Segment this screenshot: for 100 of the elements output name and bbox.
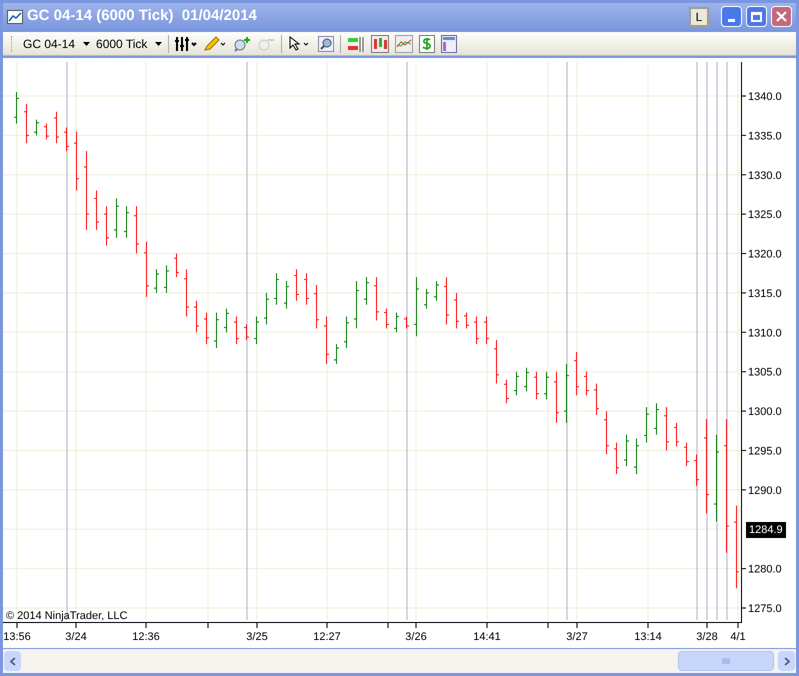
magnifier-icon[interactable] bbox=[318, 36, 334, 52]
y-axis-label: 1280.0 bbox=[748, 564, 782, 576]
price-bar bbox=[124, 206, 130, 238]
last-price-label: 1284.9 bbox=[746, 522, 786, 538]
price-bar bbox=[674, 422, 680, 448]
price-bar bbox=[574, 352, 580, 396]
price-bar bbox=[24, 103, 30, 144]
x-axis-label: 12:36 bbox=[132, 631, 160, 643]
sliders-icon[interactable] bbox=[175, 36, 198, 52]
price-bar bbox=[354, 280, 360, 329]
price-bar bbox=[564, 363, 570, 424]
candlestick-icon[interactable] bbox=[371, 34, 390, 52]
price-bar bbox=[184, 268, 190, 318]
price-bar bbox=[94, 190, 100, 230]
price-bar bbox=[334, 344, 340, 364]
y-axis-label: 1300.0 bbox=[748, 406, 782, 418]
price-bar bbox=[534, 371, 540, 400]
price-bar bbox=[224, 308, 230, 333]
scroll-right-button[interactable] bbox=[778, 651, 795, 671]
close-icon bbox=[776, 11, 787, 22]
price-bar bbox=[264, 292, 270, 325]
instrument-dropdown[interactable]: GC 04-14 bbox=[23, 34, 90, 52]
y-axis-label: 1315.0 bbox=[748, 288, 782, 300]
scroll-left-button[interactable] bbox=[4, 651, 21, 671]
price-bar bbox=[294, 268, 300, 302]
dollar-icon[interactable] bbox=[419, 34, 436, 52]
window-title: GC 04-14 (6000 Tick) 01/04/2014 bbox=[27, 6, 258, 26]
price-bar bbox=[644, 406, 650, 444]
price-bar bbox=[114, 198, 120, 238]
price-bar bbox=[154, 268, 160, 294]
price-bar bbox=[244, 324, 250, 341]
layout-button[interactable]: L bbox=[689, 6, 709, 26]
close-button[interactable] bbox=[771, 6, 792, 27]
line-chart-icon[interactable] bbox=[395, 34, 414, 52]
price-bar bbox=[484, 316, 490, 345]
price-bar bbox=[434, 280, 440, 302]
y-axis-label: 1305.0 bbox=[748, 366, 782, 379]
period-dropdown[interactable]: 6000 Tick bbox=[96, 34, 162, 52]
price-bar bbox=[464, 312, 470, 329]
pencil-icon[interactable] bbox=[203, 36, 228, 52]
bar-chart-icon[interactable] bbox=[347, 34, 366, 52]
price-bar bbox=[504, 379, 510, 404]
y-axis-label: 1295.0 bbox=[748, 445, 782, 458]
price-bar bbox=[314, 284, 320, 329]
price-bar bbox=[414, 276, 420, 337]
price-bar bbox=[424, 288, 430, 310]
y-axis-label: 1310.0 bbox=[748, 327, 782, 340]
price-bar bbox=[444, 276, 450, 325]
price-bar bbox=[194, 300, 200, 333]
y-axis-label: 1290.0 bbox=[748, 484, 782, 497]
chevron-left-icon bbox=[10, 656, 16, 666]
price-bar bbox=[634, 438, 640, 475]
price-bar bbox=[454, 292, 460, 329]
price-bar bbox=[164, 264, 170, 294]
x-axis-label: 3/28 bbox=[696, 631, 718, 643]
price-bar bbox=[254, 316, 260, 345]
price-bar bbox=[44, 123, 50, 140]
price-bar bbox=[474, 316, 480, 345]
price-bar bbox=[494, 340, 500, 384]
price-bar bbox=[694, 454, 700, 486]
price-bar bbox=[654, 402, 660, 436]
price-bar bbox=[684, 442, 690, 467]
y-axis-label: 1330.0 bbox=[748, 170, 782, 182]
price-bar bbox=[554, 371, 560, 424]
x-axis-label: 12:27 bbox=[313, 631, 341, 643]
price-bar bbox=[524, 367, 530, 392]
price-bar bbox=[364, 276, 370, 306]
x-axis-label: 13:14 bbox=[634, 631, 662, 643]
y-axis-label: 1320.0 bbox=[748, 248, 782, 261]
price-bar bbox=[304, 272, 310, 306]
caret-icon bbox=[83, 42, 90, 46]
price-bar bbox=[74, 130, 80, 192]
panel-icon[interactable] bbox=[441, 34, 458, 52]
price-bar bbox=[274, 272, 280, 306]
price-bar bbox=[34, 119, 40, 136]
maximize-button[interactable] bbox=[746, 6, 767, 27]
copyright-text: © 2014 NinjaTrader, LLC bbox=[6, 610, 128, 622]
chevron-right-icon bbox=[784, 656, 790, 666]
price-bar bbox=[234, 316, 240, 345]
price-bar bbox=[604, 410, 610, 455]
price-bar bbox=[544, 371, 550, 400]
scroll-thumb[interactable] bbox=[678, 651, 774, 671]
price-bar bbox=[14, 92, 20, 124]
price-bar bbox=[394, 312, 400, 333]
price-bar bbox=[514, 371, 520, 396]
price-bar bbox=[404, 316, 410, 329]
price-bar bbox=[214, 312, 220, 349]
price-bar bbox=[134, 206, 140, 254]
grip-icon bbox=[722, 658, 730, 664]
x-axis-label: 3/25 bbox=[246, 631, 268, 643]
zoom-in-icon[interactable] bbox=[233, 36, 252, 52]
price-bar bbox=[594, 383, 600, 416]
y-axis-label: 1340.0 bbox=[748, 91, 782, 103]
price-bar bbox=[284, 280, 290, 310]
y-axis-label: 1275.0 bbox=[748, 603, 782, 615]
chart-icon bbox=[7, 10, 23, 24]
x-axis-label: 3/26 bbox=[405, 631, 427, 643]
price-bar bbox=[624, 434, 630, 467]
minimize-button[interactable] bbox=[721, 6, 742, 27]
caret-icon bbox=[155, 42, 162, 46]
